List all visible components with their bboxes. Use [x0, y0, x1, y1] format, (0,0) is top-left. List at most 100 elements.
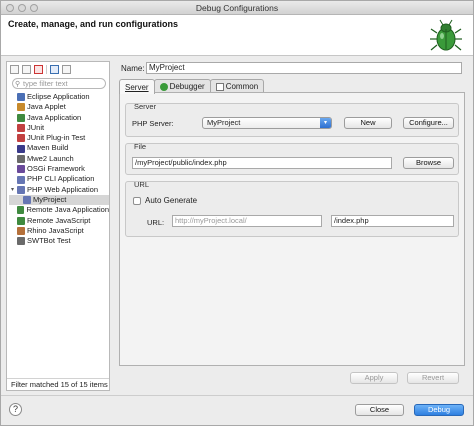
search-icon: ⚲ [15, 81, 21, 88]
launch-type-icon [17, 227, 25, 235]
help-icon[interactable]: ? [9, 403, 22, 416]
debug-configurations-window: Debug Configurations Create, manage, and… [0, 0, 474, 426]
tree-item-label: SWTBot Test [27, 236, 71, 246]
name-label: Name: [121, 64, 145, 73]
tree-item-label: OSGi Framework [27, 164, 85, 174]
close-button[interactable]: Close [355, 404, 404, 416]
tree-item[interactable]: PHP CLI Application [9, 174, 109, 184]
tree-item-label: Mwe2 Launch [27, 153, 74, 163]
zoom-window-button[interactable] [30, 4, 38, 12]
server-tab-content: Server PHP Server: MyProject ▾ New Confi… [119, 92, 465, 366]
collapse-all-icon[interactable] [50, 65, 59, 74]
tree-item-label: Remote JavaScript [27, 215, 91, 225]
tree-item-label: Eclipse Application [27, 92, 90, 101]
tree-item[interactable]: Maven Build [9, 143, 109, 153]
launch-type-icon [17, 93, 25, 102]
tree-item[interactable]: SWTBot Test [9, 236, 109, 246]
auto-generate-label: Auto Generate [145, 196, 198, 205]
tab-server[interactable]: Server [119, 79, 155, 94]
launch-type-icon [17, 144, 25, 153]
header-title: Create, manage, and run configurations [8, 19, 179, 29]
tree-item[interactable]: Java Application [9, 113, 109, 123]
php-server-value: MyProject [207, 118, 241, 127]
launch-type-icon [17, 124, 25, 133]
tree-item[interactable]: ▾ PHP Web Application [9, 185, 109, 195]
filter-menu-icon[interactable] [62, 65, 71, 74]
tree-item[interactable]: Remote Java Application [9, 205, 109, 215]
tree-item-label: Java Application [27, 112, 82, 122]
tree-item-label: JUnit Plug-in Test [27, 133, 86, 143]
php-server-select[interactable]: MyProject ▾ [202, 117, 332, 129]
new-server-button[interactable]: New [344, 117, 392, 129]
launch-type-icon [17, 175, 25, 184]
tree-item-label: Rhino JavaScript [27, 225, 84, 235]
launch-type-icon [17, 185, 25, 194]
filter-placeholder: type filter text [23, 79, 68, 88]
launch-type-icon [17, 103, 25, 112]
tree-item[interactable]: Mwe2 Launch [9, 154, 109, 164]
config-toolbar [10, 64, 71, 75]
tree-item-label: Maven Build [27, 143, 69, 153]
tree-item-label: JUnit [27, 122, 45, 132]
tree-item[interactable]: Remote JavaScript [9, 216, 109, 226]
tree-item[interactable]: Rhino JavaScript [9, 226, 109, 236]
configure-server-button[interactable]: Configure... [403, 117, 454, 129]
toolbar-divider [46, 65, 47, 74]
common-tab-icon [215, 82, 224, 91]
delete-config-icon[interactable] [34, 65, 43, 74]
apply-button[interactable]: Apply [350, 372, 398, 384]
duplicate-config-icon[interactable] [22, 65, 31, 74]
url-group: URL Auto Generate URL: http://myProject.… [125, 180, 459, 237]
dialog-header: Create, manage, and run configurations [1, 15, 473, 56]
tab-server-label: Server [125, 82, 149, 92]
configuration-tree: Eclipse Application Java Applet Java Appli… [9, 92, 109, 246]
file-group: File /myProject/public/index.php Browse [125, 142, 459, 175]
new-config-icon[interactable] [10, 65, 19, 74]
debug-button[interactable]: Debug [414, 404, 464, 416]
tree-item[interactable]: OSGi Framework [9, 164, 109, 174]
auto-generate-checkbox[interactable] [133, 197, 141, 205]
launch-type-icon [23, 196, 31, 205]
tree-item[interactable]: JUnit Plug-in Test [9, 133, 109, 143]
debug-bug-icon [430, 19, 462, 51]
window-title: Debug Configurations [195, 3, 279, 13]
tree-item-label: Java Applet [27, 102, 66, 112]
configuration-list-panel: ⚲ type filter text Eclipse Application Ja… [6, 61, 110, 391]
configuration-editor: Name: MyProject Server Debugger Common S… [117, 61, 467, 391]
tree-item-label: PHP Web Application [27, 184, 99, 194]
tree-item[interactable]: JUnit [9, 123, 109, 133]
tab-debugger[interactable]: Debugger [153, 79, 211, 93]
tab-common[interactable]: Common [209, 79, 265, 93]
title-bar: Debug Configurations [1, 1, 473, 15]
window-controls [6, 4, 38, 12]
launch-type-icon [17, 134, 25, 143]
filter-input[interactable]: ⚲ type filter text [12, 78, 106, 89]
launch-type-icon [17, 154, 25, 163]
close-window-button[interactable] [6, 4, 14, 12]
tree-item[interactable]: Eclipse Application [9, 92, 109, 102]
tree-item-label: Remote Java Application [26, 205, 109, 215]
launch-type-icon [17, 216, 25, 225]
name-field[interactable]: MyProject [146, 62, 462, 74]
launch-type-icon [17, 206, 25, 215]
file-path-field[interactable]: /myProject/public/index.php [132, 157, 392, 169]
bug-tab-icon [159, 82, 168, 91]
minimize-window-button[interactable] [18, 4, 26, 12]
launch-type-icon [17, 165, 25, 174]
revert-button[interactable]: Revert [407, 372, 459, 384]
url-label: URL: [147, 218, 165, 227]
url-path-field[interactable]: /index.php [331, 215, 454, 227]
browse-button[interactable]: Browse [403, 157, 454, 169]
php-server-label: PHP Server: [132, 119, 174, 128]
footer-divider [1, 395, 473, 396]
url-base-field[interactable]: http://myProject.local/ [172, 215, 322, 227]
tree-item-label: PHP CLI Application [27, 174, 95, 184]
launch-type-icon [17, 113, 25, 122]
server-group-label: Server [134, 102, 157, 111]
tab-bar: Server Debugger Common [119, 79, 265, 94]
tree-item-label: MyProject [33, 194, 67, 204]
url-group-label: URL [134, 180, 150, 189]
tree-item[interactable]: MyProject [9, 194, 109, 206]
tree-item[interactable]: Java Applet [9, 102, 109, 112]
launch-type-icon [17, 237, 25, 246]
